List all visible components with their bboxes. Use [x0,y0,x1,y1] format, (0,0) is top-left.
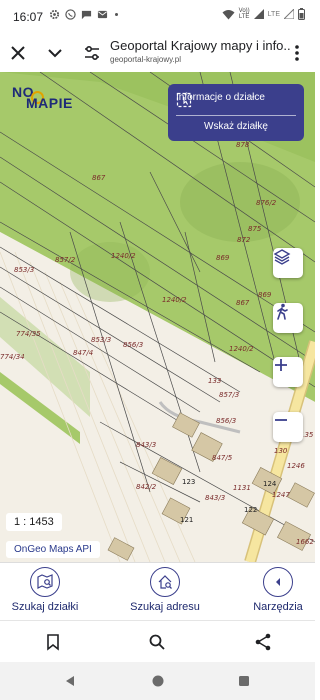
map-scale: 1 : 1453 [6,513,62,531]
parcel-label: 843/3 [205,494,225,502]
more-vert-icon[interactable] [285,41,309,65]
zoom-out-button[interactable] [273,412,303,442]
parcel-label: 843/3 [136,441,156,449]
parcel-label: 857/3 [219,391,239,399]
parcel-label: 842/2 [136,483,157,491]
building-label: 122 [244,506,257,514]
show-parcel-button[interactable]: Wskaż działkę [168,121,304,132]
map-view[interactable]: 878 867 876/2 875 872 857/2 1240/2 869 8… [0,72,315,562]
parcel-label: 1247 [272,491,290,499]
parcel-label: 130 [274,447,288,455]
search-icon[interactable] [147,632,167,652]
walk-route-button[interactable] [273,303,303,333]
bookmark-icon[interactable] [43,632,63,652]
wifi-icon [222,9,235,19]
more-notifications-dot [115,13,118,16]
parcel-label: 847/4 [73,349,93,357]
parcel-label: 857/2 [55,256,76,264]
parcel-label: 869 [258,291,272,299]
parcel-info-panel: Informacje o działce Wskaż działkę [168,84,304,141]
building-label: 123 [182,478,195,486]
building-label: 121 [180,516,193,524]
whatsapp-icon [65,9,76,20]
tools-button[interactable]: Narzędzia [228,567,320,613]
battery-icon [298,8,305,20]
map-canvas[interactable]: 878 867 876/2 875 872 857/2 1240/2 869 8… [0,72,315,562]
tune-icon[interactable] [80,41,104,65]
lte-label: LTE [267,10,280,18]
parcel-label: 774/34 [0,353,25,361]
parcel-label: 853/3 [91,336,111,344]
browser-bottom-bar [0,620,315,663]
page-url[interactable]: geoportal-krajowy.pl [110,55,181,64]
select-area-icon [176,92,192,108]
parcel-label: 1131 [233,484,251,492]
page-title[interactable]: Geoportal Krajowy mapy i info... [110,38,290,53]
notification-icons [49,9,118,20]
parcel-label: 853/3 [14,266,34,274]
tools-label: Narzędzia [253,601,303,613]
parcel-label: 1240/2 [111,252,136,260]
parcel-label: 847/5 [212,454,233,462]
parcel-label: 1240/2 [229,345,254,353]
nav-home-icon[interactable] [152,675,164,687]
building-label: 124 [263,480,277,488]
status-bar: 16:07 Vo)) LTE LTE [0,0,315,34]
parcel-label: 856/3 [216,417,236,425]
search-address-label: Szukaj adresu [130,601,200,613]
divider [176,115,296,116]
parcel-label: 774/35 [16,330,41,338]
parcel-label: 867 [92,174,106,182]
parcel-label: 872 [237,236,251,244]
settings-gear-icon [49,9,60,20]
plus-icon [275,359,287,371]
system-navigation-bar [0,662,315,700]
tools-arrow-icon [263,567,293,597]
share-icon[interactable] [253,632,273,652]
parcel-label: 867 [236,299,250,307]
map-attribution[interactable]: OnGeo Maps API [6,541,100,558]
nav-recents-icon[interactable] [238,675,250,687]
bottom-toolbar: Szukaj działki Szukaj adresu Narzędzia [0,562,315,620]
layers-button[interactable] [273,248,303,278]
parcel-label: 856/3 [123,341,143,349]
parcel-label: 1662 [296,538,314,546]
browser-app-bar: Geoportal Krajowy mapy i info... geoport… [0,34,315,72]
home-search-icon [150,567,180,597]
map-search-icon [30,567,60,597]
search-parcel-button[interactable]: Szukaj działki [0,567,95,613]
system-status-icons: Vo)) LTE LTE [222,8,305,20]
layers-icon [273,249,291,265]
nav-back-icon[interactable] [64,675,76,687]
parcel-label: 1246 [287,462,305,470]
mail-icon [97,10,108,19]
parcel-label: 875 [248,225,262,233]
search-address-button[interactable]: Szukaj adresu [115,567,215,613]
minus-icon [275,419,287,421]
parcel-label: 1240/2 [162,296,187,304]
parcel-info-button[interactable]: Informacje o działce [176,92,265,108]
close-icon[interactable] [6,41,30,65]
parcel-label: 869 [216,254,230,262]
parcel-label: 133 [208,377,221,385]
parcel-label: 878 [236,141,250,149]
search-parcel-label: Szukaj działki [11,601,79,613]
signal-icon [253,9,264,19]
volte-indicator: Vo)) LTE [238,8,250,20]
pedestrian-icon [277,303,288,320]
parcel-label: 876/2 [256,199,277,207]
chevron-down-icon[interactable] [43,41,67,65]
terrain-shade-1 [180,162,300,242]
chat-bubble-icon [81,10,92,20]
zoom-in-button[interactable] [273,357,303,387]
status-time: 16:07 [13,10,44,24]
signal-2-icon [284,9,294,19]
nomapie-logo: NO MAPIE [12,84,73,111]
